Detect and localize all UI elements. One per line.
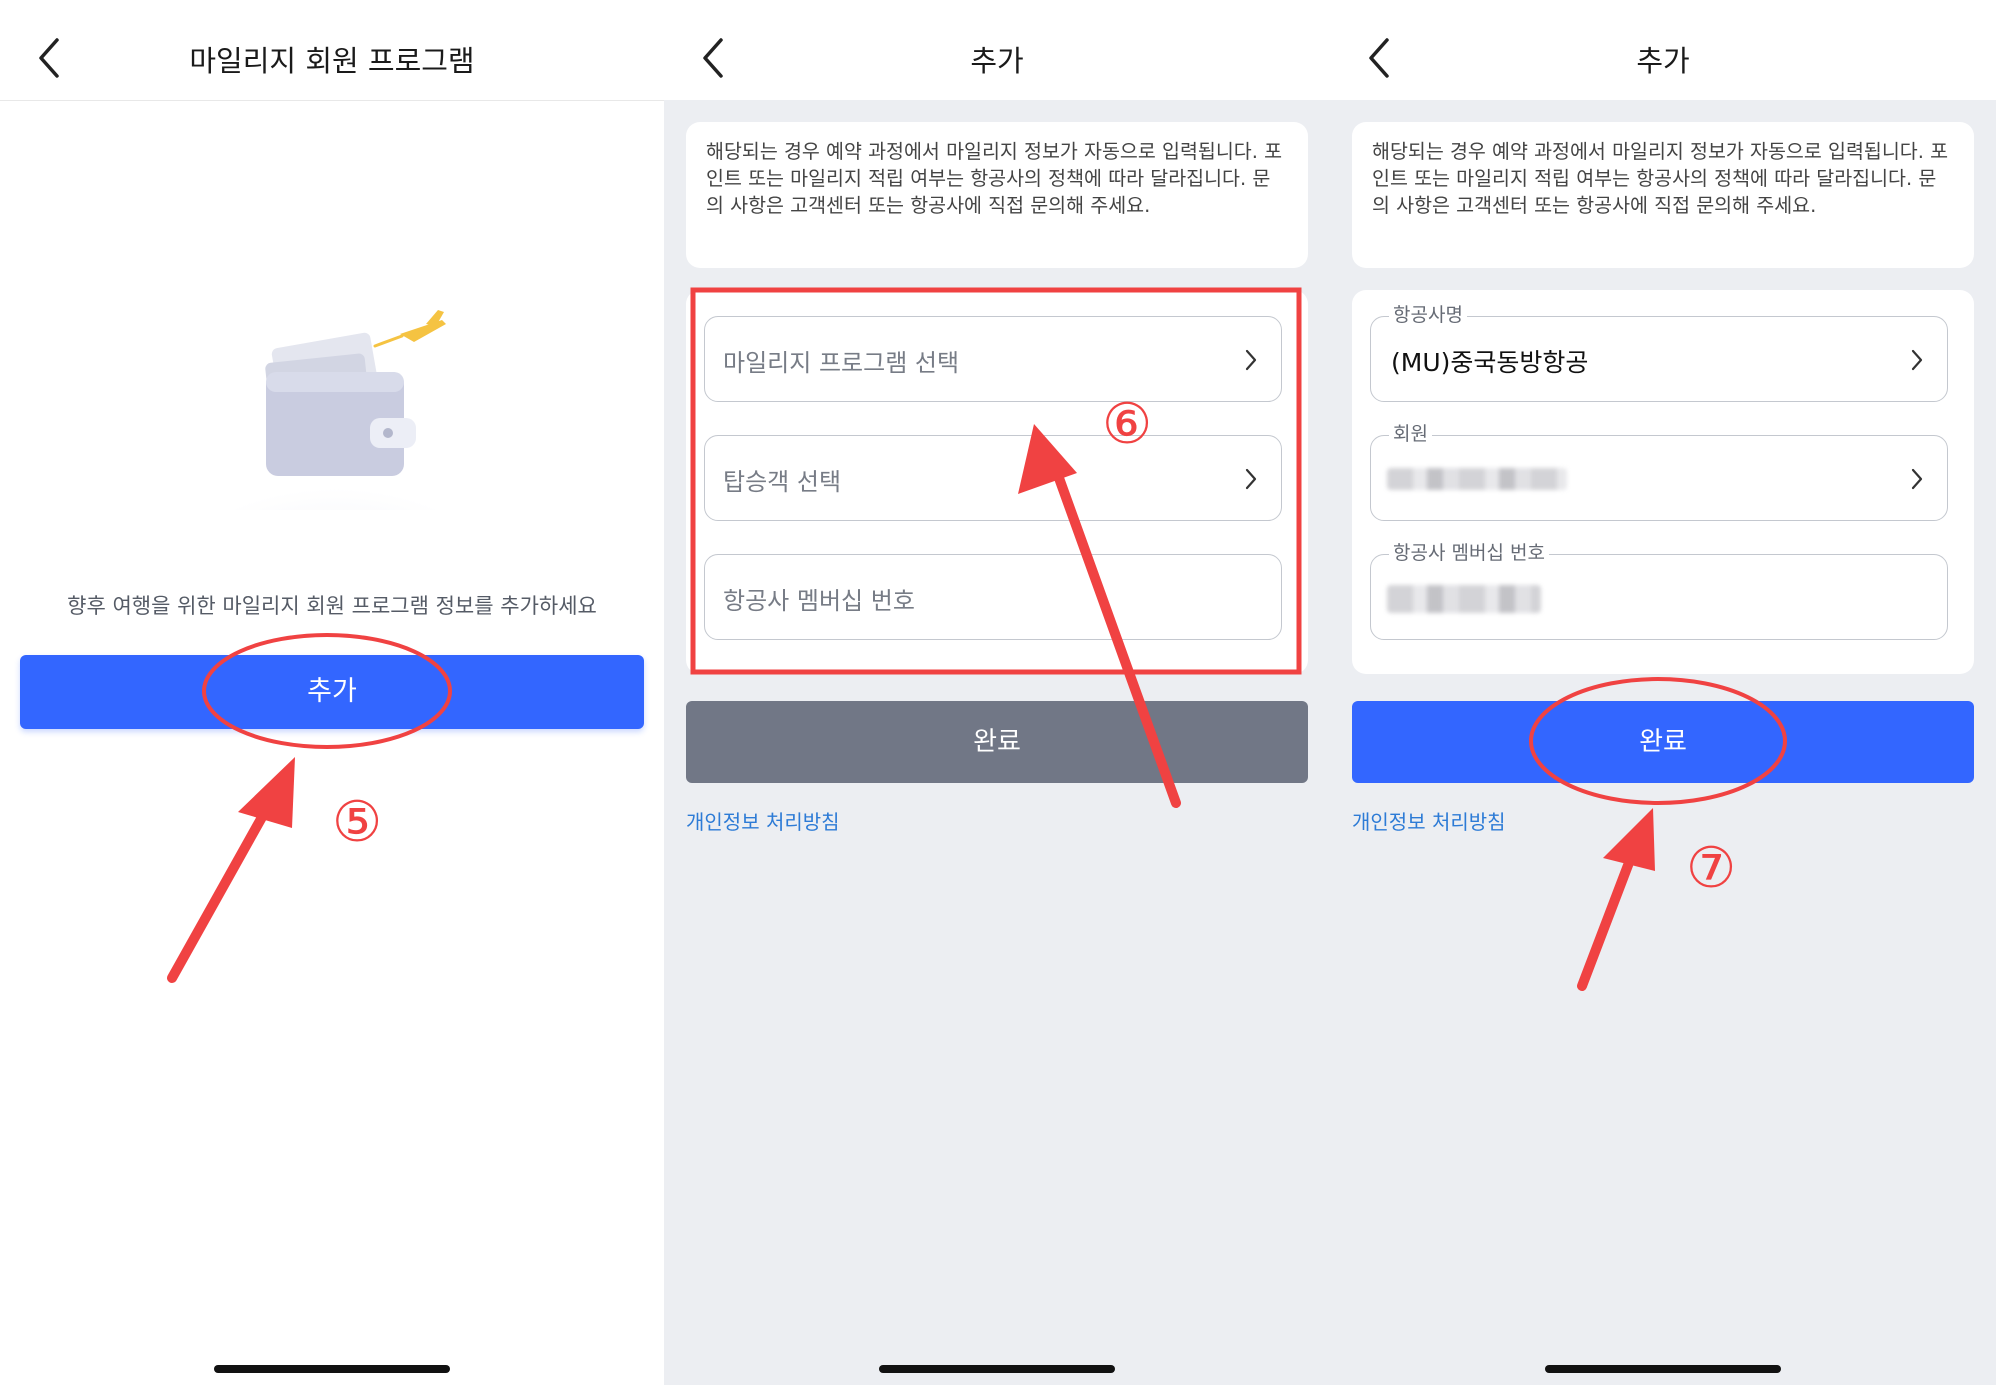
- notice-text: 해당되는 경우 예약 과정에서 마일리지 정보가 자동으로 입력됩니다. 포인트…: [706, 140, 1283, 217]
- passenger-placeholder: 탑승객 선택: [723, 468, 842, 496]
- home-indicator: [1545, 1365, 1781, 1373]
- nav-bar: 마일리지 회원 프로그램: [0, 0, 664, 101]
- chevron-right-icon: [1245, 349, 1257, 371]
- membership-number-input[interactable]: 항공사 멤버십 번호: [1370, 541, 1948, 640]
- page-title: 마일리지 회원 프로그램: [189, 44, 475, 78]
- chevron-right-icon: [1245, 468, 1257, 490]
- notice-text: 해당되는 경우 예약 과정에서 마일리지 정보가 자동으로 입력됩니다. 포인트…: [1372, 140, 1949, 217]
- chevron-right-icon: [1911, 468, 1923, 490]
- home-indicator: [214, 1365, 450, 1373]
- membership-label: 항공사 멤버십 번호: [1389, 541, 1549, 565]
- blurred-membership-number: [1387, 585, 1541, 613]
- passenger-select[interactable]: 탑승객 선택: [704, 435, 1282, 521]
- add-button[interactable]: 추가: [20, 655, 644, 729]
- empty-state-text: 향후 여행을 위한 마일리지 회원 프로그램 정보를 추가하세요: [67, 594, 597, 618]
- step-6-label: ⑥: [1102, 392, 1153, 457]
- airline-select[interactable]: 항공사명 (MU)중국동방항공: [1370, 303, 1948, 402]
- nav-bar: 추가: [664, 0, 1330, 100]
- membership-placeholder: 항공사 멤버십 번호: [723, 587, 915, 615]
- form-card: 항공사명 (MU)중국동방항공 회원 항공사 멤버십 번호: [1352, 290, 1974, 674]
- airline-label: 항공사명: [1389, 303, 1467, 327]
- step-5-label: ⑤: [332, 790, 383, 855]
- privacy-policy-link[interactable]: 개인정보 처리방침: [1352, 806, 1506, 835]
- done-button[interactable]: 완료: [686, 701, 1308, 783]
- mileage-program-screen: 마일리지 회원 프로그램 향후 여행을 위한 마일리지 회원 프로그램 정보를 …: [0, 0, 664, 1385]
- page-title: 추가: [970, 44, 1024, 78]
- page-title: 추가: [1636, 44, 1690, 78]
- program-placeholder: 마일리지 프로그램 선택: [723, 349, 960, 377]
- add-program-empty-screen: 추가 해당되는 경우 예약 과정에서 마일리지 정보가 자동으로 입력됩니다. …: [664, 0, 1330, 1385]
- wallet-illustration-icon: [175, 310, 495, 510]
- notice-card: 해당되는 경우 예약 과정에서 마일리지 정보가 자동으로 입력됩니다. 포인트…: [686, 122, 1308, 268]
- step-7-label: ⑦: [1686, 836, 1737, 901]
- privacy-policy-link[interactable]: 개인정보 처리방침: [686, 806, 840, 835]
- member-label: 회원: [1389, 422, 1432, 446]
- blurred-member-name: [1387, 468, 1567, 490]
- add-program-filled-screen: 추가 해당되는 경우 예약 과정에서 마일리지 정보가 자동으로 입력됩니다. …: [1330, 0, 1996, 1385]
- nav-bar: 추가: [1330, 0, 1996, 100]
- member-select[interactable]: 회원: [1370, 422, 1948, 521]
- chevron-right-icon: [1911, 349, 1923, 371]
- airline-value: (MU)중국동방항공: [1391, 348, 1589, 377]
- mileage-program-select[interactable]: 마일리지 프로그램 선택: [704, 316, 1282, 402]
- home-indicator: [879, 1365, 1115, 1373]
- notice-card: 해당되는 경우 예약 과정에서 마일리지 정보가 자동으로 입력됩니다. 포인트…: [1352, 122, 1974, 268]
- form-card: 마일리지 프로그램 선택 탑승객 선택 항공사 멤버십 번호: [686, 290, 1308, 674]
- membership-number-input[interactable]: 항공사 멤버십 번호: [704, 554, 1282, 640]
- done-button[interactable]: 완료: [1352, 701, 1974, 783]
